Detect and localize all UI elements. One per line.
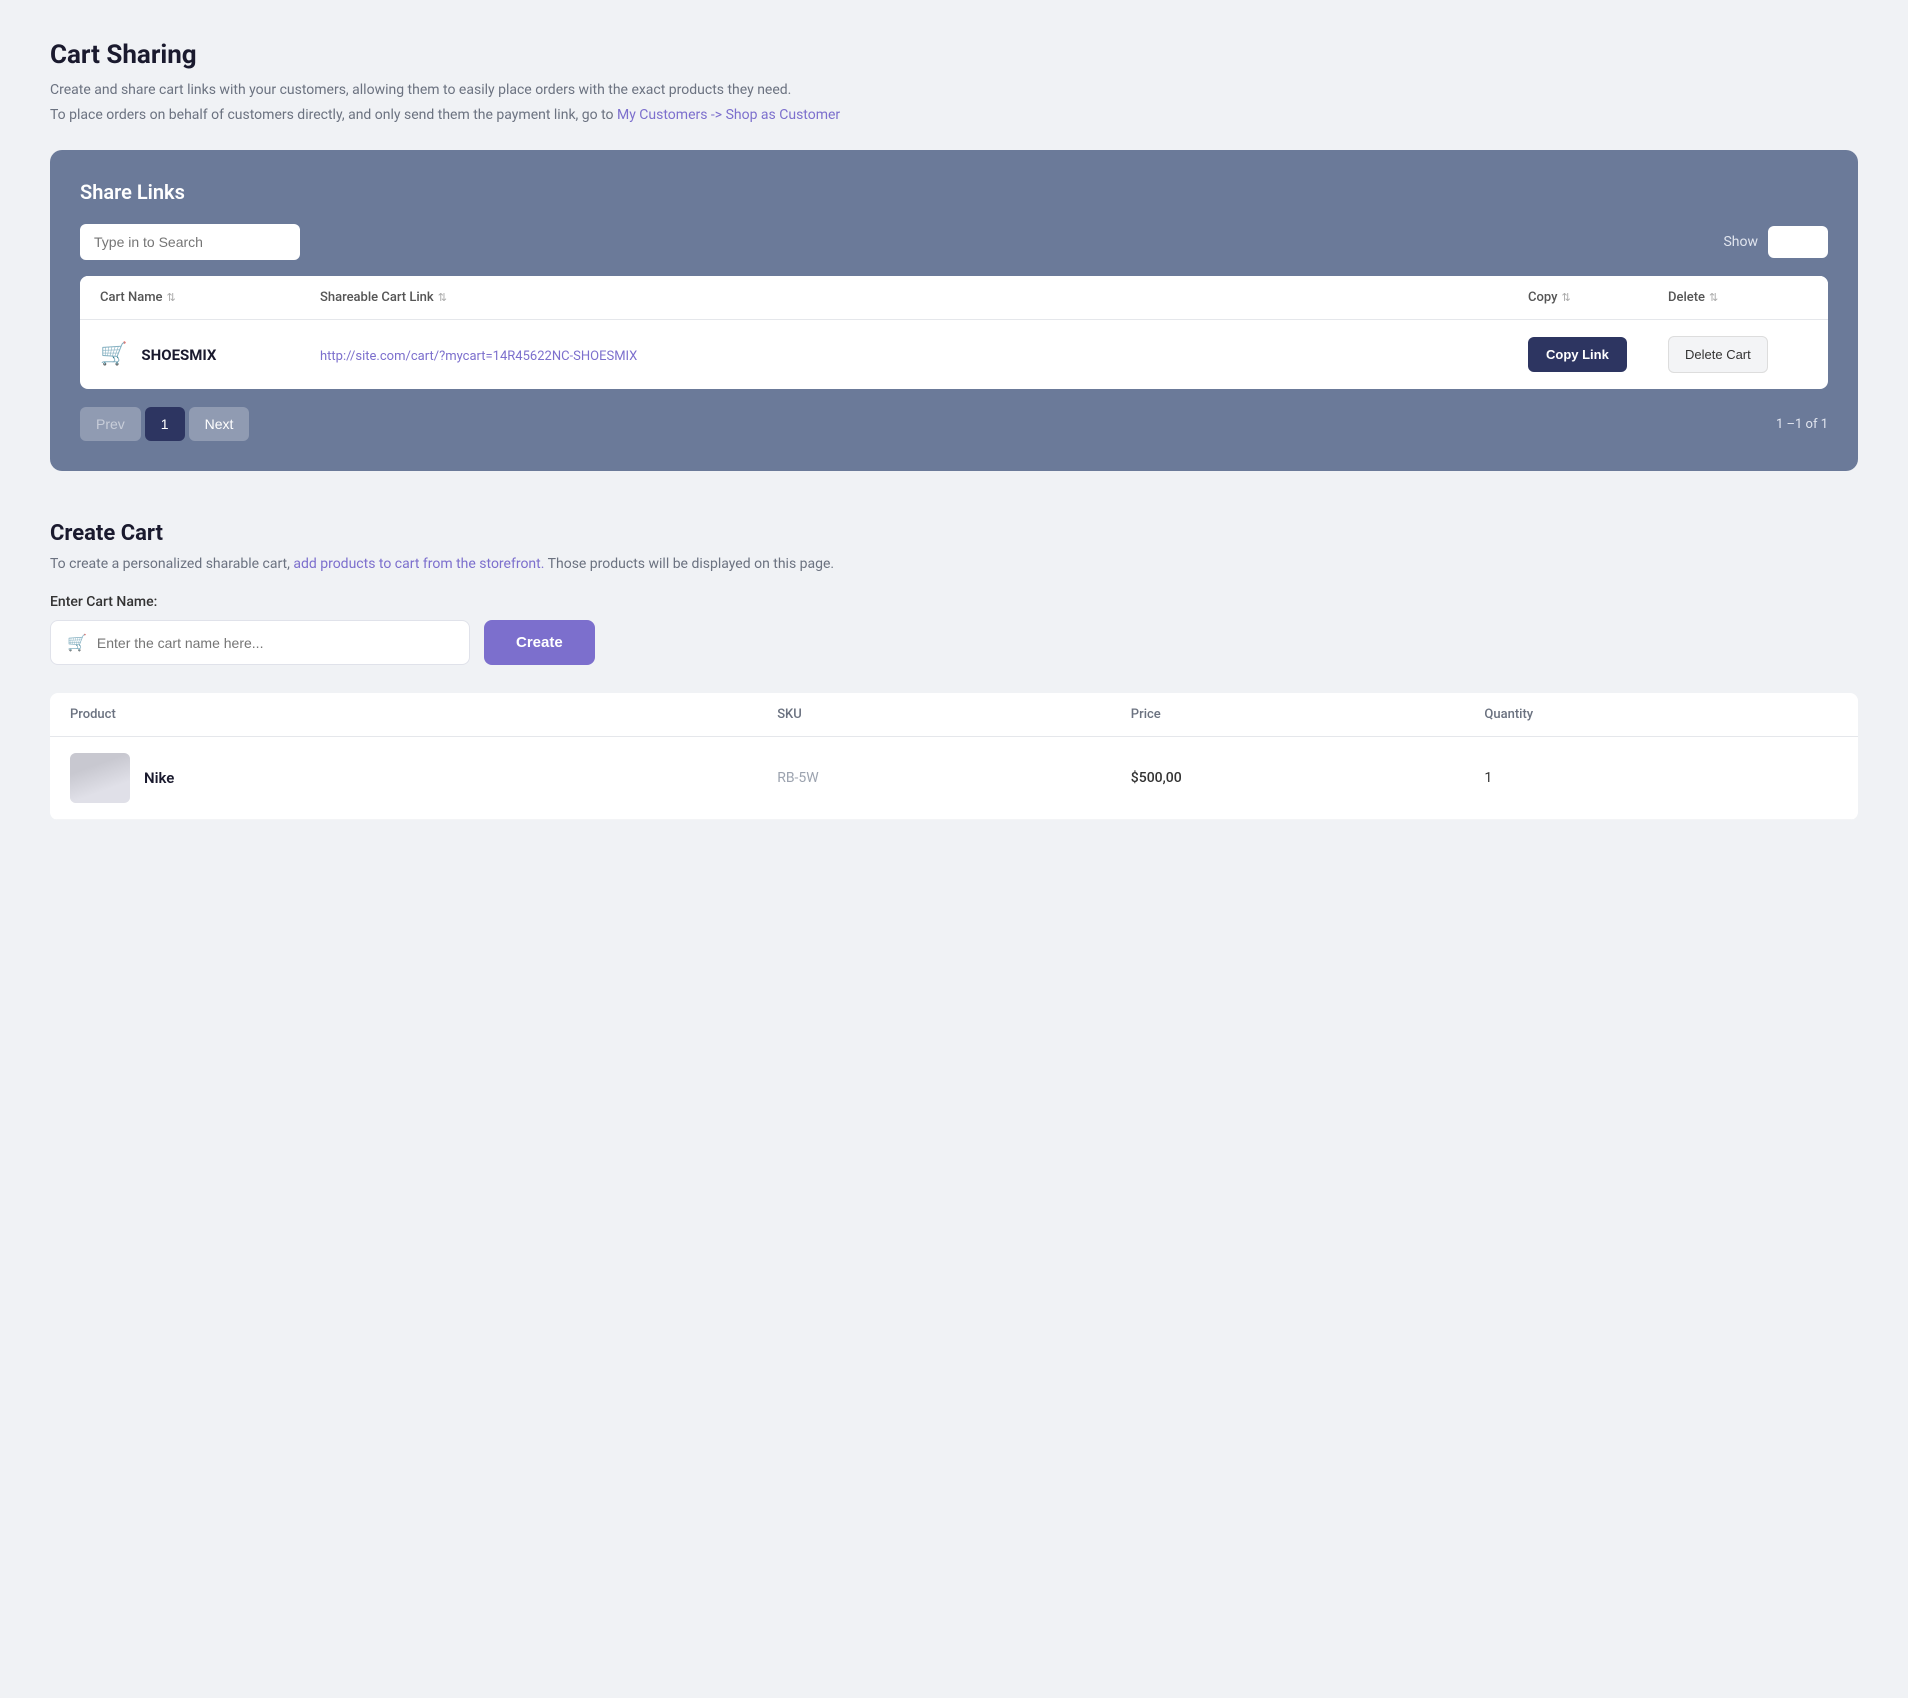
show-row: Show 10 xyxy=(1723,226,1828,258)
col-cart-name: Cart Name ⇅ xyxy=(100,290,320,305)
product-name-cell: Nike xyxy=(70,753,777,803)
page-title: Cart Sharing xyxy=(50,40,1858,70)
product-row: Nike RB-5W $500,00 1 xyxy=(50,737,1858,820)
cart-row-link-cell: http://site.com/cart/?mycart=14R45622NC-… xyxy=(320,345,1528,364)
cart-row-icon: 🛒 xyxy=(100,342,127,367)
next-page-button[interactable]: Next xyxy=(189,407,250,441)
copy-link-button[interactable]: Copy Link xyxy=(1528,337,1627,372)
subtitle2-pre: To place orders on behalf of customers d… xyxy=(50,107,617,123)
pagination-info: 1 –1 of 1 xyxy=(1776,417,1828,432)
product-sku: RB-5W xyxy=(777,770,1131,786)
cart-name-input-wrap: 🛒 xyxy=(50,620,470,665)
pagination-row: Prev 1 Next 1 –1 of 1 xyxy=(80,407,1828,441)
col-shareable-link: Shareable Cart Link ⇅ xyxy=(320,290,1528,305)
cart-input-icon: 🛒 xyxy=(67,633,87,652)
enter-cart-label: Enter Cart Name: xyxy=(50,594,1858,610)
create-cart-subtitle: To create a personalized sharable cart, … xyxy=(50,556,1858,572)
cart-name-input-row: 🛒 Create xyxy=(50,620,1858,665)
product-thumbnail xyxy=(70,753,130,803)
products-header: Product SKU Price Quantity xyxy=(50,693,1858,737)
add-products-link[interactable]: add products to cart from the storefront… xyxy=(293,556,544,572)
prev-page-button[interactable]: Prev xyxy=(80,407,141,441)
share-links-section: Share Links Show 10 Cart Name ⇅ Shareabl… xyxy=(50,150,1858,471)
sort-icon-copy: ⇅ xyxy=(1561,291,1570,304)
create-cart-title: Create Cart xyxy=(50,521,1858,546)
col-copy: Copy ⇅ xyxy=(1528,290,1668,305)
table-header: Cart Name ⇅ Shareable Cart Link ⇅ Copy ⇅… xyxy=(80,276,1828,320)
cart-name-cell: 🛒 SHOESMIX xyxy=(100,342,320,367)
table-row: 🛒 SHOESMIX http://site.com/cart/?mycart=… xyxy=(80,320,1828,389)
product-thumb-image xyxy=(70,753,130,803)
search-show-row: Show 10 xyxy=(80,224,1828,260)
create-cart-button[interactable]: Create xyxy=(484,620,595,665)
col-product: Product xyxy=(70,707,777,722)
col-quantity: Quantity xyxy=(1484,707,1838,722)
col-price: Price xyxy=(1131,707,1485,722)
product-quantity: 1 xyxy=(1484,770,1838,786)
show-label: Show xyxy=(1723,234,1758,250)
delete-cart-button[interactable]: Delete Cart xyxy=(1668,336,1768,373)
cart-name-input[interactable] xyxy=(97,635,453,651)
sort-icon-cart-name: ⇅ xyxy=(167,291,176,304)
pagination-buttons: Prev 1 Next xyxy=(80,407,249,441)
share-links-title: Share Links xyxy=(80,180,1828,204)
col-delete: Delete ⇅ xyxy=(1668,290,1808,305)
sort-icon-delete: ⇅ xyxy=(1709,291,1718,304)
current-page-button[interactable]: 1 xyxy=(145,407,185,441)
page-subtitle-1: Create and share cart links with your cu… xyxy=(50,80,1858,101)
products-table: Product SKU Price Quantity Nike RB-5W $5… xyxy=(50,693,1858,820)
my-customers-link[interactable]: My Customers -> Shop as Customer xyxy=(617,107,840,123)
cart-row-delete-cell: Delete Cart xyxy=(1668,336,1808,373)
product-price: $500,00 xyxy=(1131,770,1485,786)
share-links-table: Cart Name ⇅ Shareable Cart Link ⇅ Copy ⇅… xyxy=(80,276,1828,389)
page-subtitle-2: To place orders on behalf of customers d… xyxy=(50,105,1858,126)
create-cart-section: Create Cart To create a personalized sha… xyxy=(50,521,1858,820)
sort-icon-link: ⇅ xyxy=(438,291,447,304)
product-name: Nike xyxy=(144,769,174,787)
col-sku: SKU xyxy=(777,707,1131,722)
search-input[interactable] xyxy=(80,224,300,260)
show-count-input[interactable]: 10 xyxy=(1768,226,1828,258)
cart-row-link[interactable]: http://site.com/cart/?mycart=14R45622NC-… xyxy=(320,349,637,364)
cart-row-name: SHOESMIX xyxy=(141,346,216,364)
cart-row-copy-cell: Copy Link xyxy=(1528,337,1668,372)
